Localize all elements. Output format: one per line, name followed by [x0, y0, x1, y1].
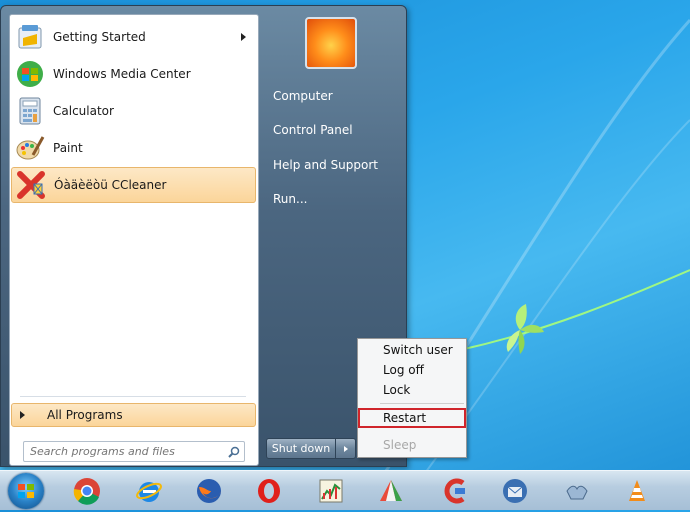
power-options-menu: Switch user Log off Lock Restart Sleep: [357, 338, 467, 458]
hands-app-icon[interactable]: [562, 476, 592, 506]
tent-app-icon[interactable]: [376, 476, 406, 506]
calculator-icon: [13, 94, 47, 128]
search-box[interactable]: [23, 441, 245, 462]
chart-app-icon[interactable]: [316, 476, 346, 506]
start-orb-icon[interactable]: [8, 473, 44, 509]
right-link-help-and-support[interactable]: Help and Support: [273, 158, 378, 172]
all-programs-arrow-icon: [20, 411, 25, 419]
menu-item-restart[interactable]: Restart: [383, 411, 426, 425]
program-paint[interactable]: Paint: [11, 130, 256, 166]
menu-item-switch-user[interactable]: Switch user: [383, 343, 453, 357]
program-label: Getting Started: [53, 30, 146, 44]
right-link-run[interactable]: Run...: [273, 192, 307, 206]
getting-started-icon: [13, 20, 47, 54]
opera-icon[interactable]: [254, 476, 284, 506]
shut-down-options-button[interactable]: [336, 438, 356, 459]
all-programs-button[interactable]: All Programs: [11, 403, 256, 427]
shut-down-button[interactable]: Shut down: [266, 438, 336, 459]
ccleaner-uninstall-icon: [14, 168, 48, 202]
start-menu: Getting Started Windows Media Center Cal…: [0, 5, 407, 467]
internet-explorer-icon[interactable]: [134, 476, 164, 506]
media-center-icon: [13, 57, 47, 91]
program-label: Calculator: [53, 104, 114, 118]
firefox-icon[interactable]: [194, 476, 224, 506]
menu-item-sleep: Sleep: [383, 438, 417, 452]
chrome-icon[interactable]: [72, 476, 102, 506]
submenu-arrow-icon: [241, 33, 246, 41]
menu-item-lock[interactable]: Lock: [383, 383, 410, 397]
right-link-computer[interactable]: Computer: [273, 89, 333, 103]
search-input[interactable]: [24, 442, 224, 461]
program-calculator[interactable]: Calculator: [11, 93, 256, 129]
search-icon[interactable]: [224, 442, 244, 461]
thunderbird-icon[interactable]: [500, 476, 530, 506]
chevron-right-icon: [343, 445, 348, 452]
program-label: Paint: [53, 141, 83, 155]
menu-item-log-off[interactable]: Log off: [383, 363, 424, 377]
user-account-picture[interactable]: [305, 17, 357, 69]
program-ccleaner-uninstall[interactable]: Óàäèëòü CCleaner: [11, 167, 256, 203]
right-link-control-panel[interactable]: Control Panel: [273, 123, 353, 137]
program-getting-started[interactable]: Getting Started: [11, 19, 256, 55]
all-programs-label: All Programs: [47, 408, 123, 422]
programs-divider: [20, 396, 246, 397]
start-menu-programs-pane: Getting Started Windows Media Center Cal…: [9, 14, 259, 466]
program-windows-media-center[interactable]: Windows Media Center: [11, 56, 256, 92]
paint-icon: [13, 131, 47, 165]
program-label: Óàäèëòü CCleaner: [54, 178, 167, 192]
ccleaner-icon[interactable]: [440, 476, 470, 506]
vlc-icon[interactable]: [622, 476, 652, 506]
taskbar: [0, 470, 690, 510]
program-label: Windows Media Center: [53, 67, 191, 81]
menu-separator: [380, 403, 464, 404]
